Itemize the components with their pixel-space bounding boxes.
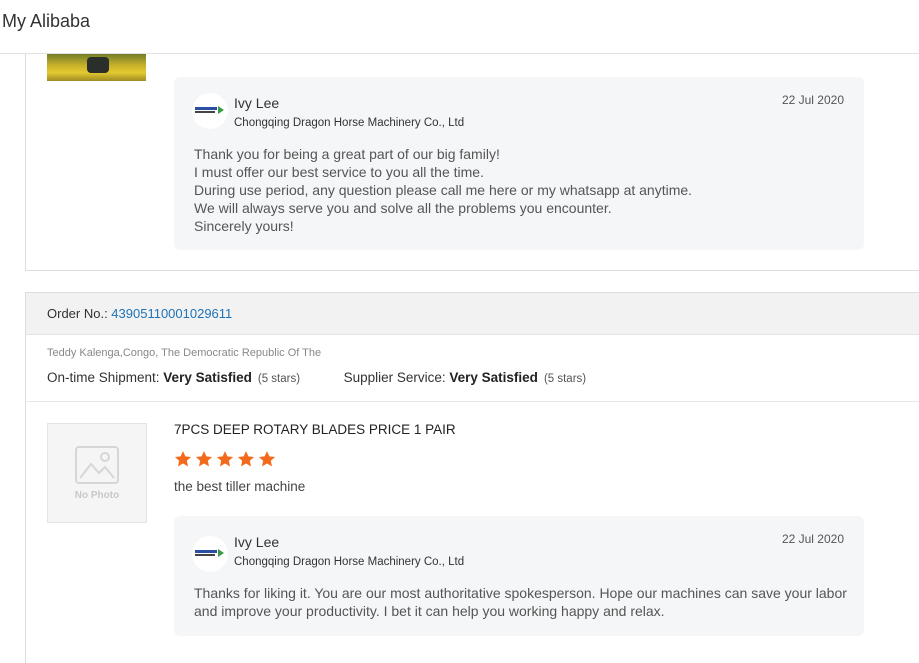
- reply-message: Thanks for liking it. You are our most a…: [194, 584, 854, 620]
- reply-author-name: Ivy Lee: [234, 95, 280, 111]
- reply-message: Thank you for being a great part of our …: [194, 145, 854, 235]
- shipment-label: On-time Shipment:: [47, 370, 164, 385]
- service-value: Very Satisfied: [449, 370, 538, 385]
- product-thumbnail[interactable]: [47, 53, 146, 81]
- reply-company-name[interactable]: Chongqing Dragon Horse Machinery Co., Lt…: [234, 556, 464, 568]
- reply-line: Thank you for being a great part of our …: [194, 146, 500, 162]
- ratings-row: On-time Shipment: Very Satisfied (5 stars…: [47, 370, 586, 385]
- star-icon: [195, 451, 213, 467]
- company-logo-icon: [192, 536, 228, 572]
- star-icon: [237, 451, 255, 467]
- star-rating: [174, 450, 279, 470]
- divider: [26, 401, 919, 402]
- app-title[interactable]: My Alibaba: [2, 11, 90, 32]
- reply-line: During use period, any question please c…: [194, 182, 693, 198]
- company-logo-icon: [192, 93, 228, 129]
- review-text: the best tiller machine: [174, 479, 306, 494]
- product-image-placeholder[interactable]: No Photo: [47, 423, 147, 523]
- supplier-reply: Ivy Lee Chongqing Dragon Horse Machinery…: [174, 77, 864, 250]
- product-title[interactable]: 7PCS DEEP ROTARY BLADES PRICE 1 PAIR: [174, 422, 456, 437]
- reply-date: 22 Jul 2020: [781, 93, 844, 107]
- tractor-shape: [87, 57, 109, 73]
- supplier-reply: Ivy Lee Chongqing Dragon Horse Machinery…: [174, 516, 864, 636]
- star-icon: [174, 451, 192, 467]
- review-card: Order No.: 43905110001029611 Teddy Kalen…: [25, 292, 919, 663]
- order-number-row: Order No.: 43905110001029611: [47, 306, 232, 321]
- buyer-info: Teddy Kalenga,Congo, The Democratic Repu…: [47, 347, 322, 359]
- reply-line: I must offer our best service to you all…: [194, 164, 484, 180]
- reply-author-name: Ivy Lee: [234, 534, 280, 550]
- reply-line: and improve your productivity. I bet it …: [194, 603, 665, 619]
- review-card: Ivy Lee Chongqing Dragon Horse Machinery…: [25, 53, 919, 271]
- reply-line: Sincerely yours!: [194, 218, 294, 234]
- service-stars: (5 stars): [543, 373, 587, 385]
- reply-line: Thanks for liking it. You are our most a…: [194, 585, 847, 601]
- star-icon: [258, 451, 276, 467]
- reply-line: We will always serve you and solve all t…: [194, 200, 612, 216]
- shipment-stars: (5 stars): [257, 373, 301, 385]
- shipment-value: Very Satisfied: [163, 370, 252, 385]
- order-header: Order No.: 43905110001029611: [26, 293, 919, 335]
- image-placeholder-icon: [75, 446, 119, 484]
- reply-company-name[interactable]: Chongqing Dragon Horse Machinery Co., Lt…: [234, 117, 464, 129]
- service-label: Supplier Service:: [343, 370, 450, 385]
- top-bar: My Alibaba: [0, 0, 919, 54]
- reply-date: 22 Jul 2020: [781, 532, 844, 546]
- no-photo-label: No Photo: [74, 490, 120, 501]
- order-number-label: Order No.:: [47, 306, 112, 321]
- star-icon: [216, 451, 234, 467]
- order-number-link[interactable]: 43905110001029611: [111, 306, 232, 321]
